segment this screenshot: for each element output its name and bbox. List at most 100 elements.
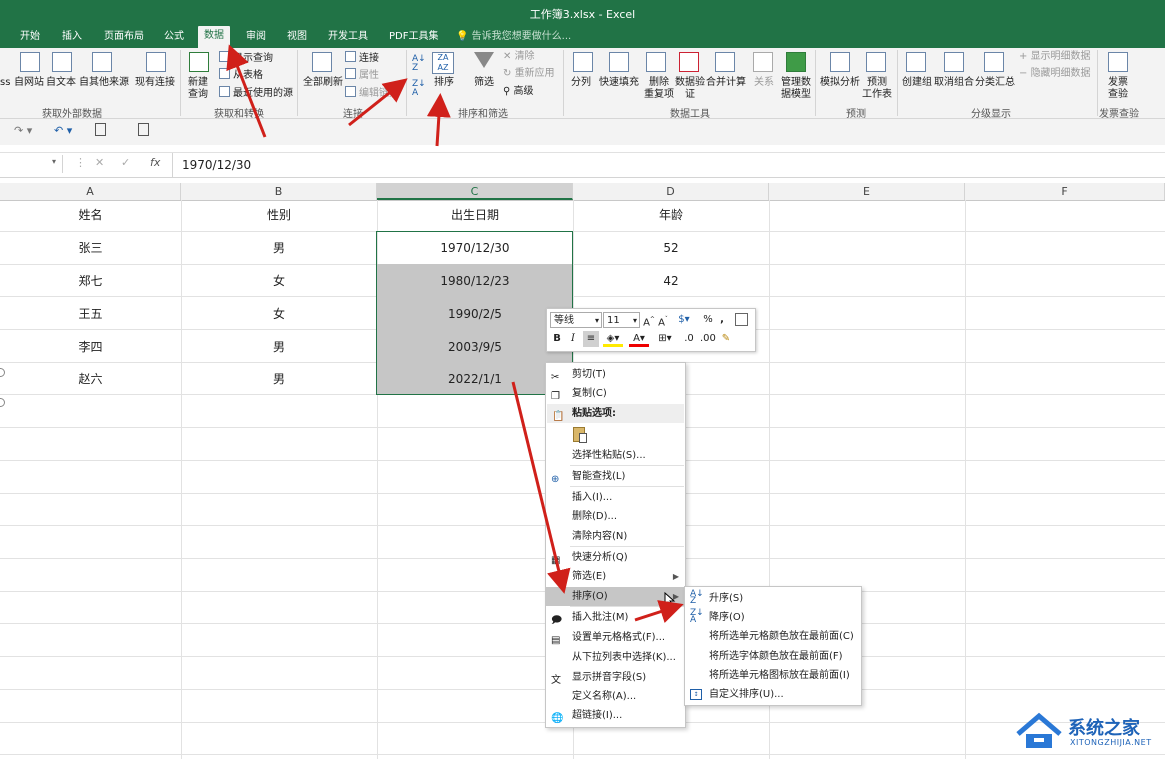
- table-cell[interactable]: 张三: [0, 232, 181, 264]
- properties-button[interactable]: 属性: [345, 68, 379, 82]
- sort-ascending-icon[interactable]: A↓ Z: [412, 55, 426, 73]
- comma-style-icon[interactable]: ,: [717, 312, 727, 328]
- connections-button[interactable]: 连接: [345, 51, 379, 65]
- tab-developer[interactable]: 开发工具: [322, 27, 374, 47]
- menu-item-insert-comment[interactable]: 🗩 插入批注(M): [546, 608, 685, 627]
- accounting-format-icon[interactable]: $▾: [674, 312, 694, 328]
- enter-icon[interactable]: ✓: [121, 156, 130, 169]
- ribbon-item-access[interactable]: ss: [0, 77, 10, 89]
- manage-data-model-button[interactable]: 管理数 据模型: [781, 77, 811, 101]
- menu-item-cut[interactable]: ✂ 剪切(T): [546, 365, 685, 384]
- cell-header-birthdate[interactable]: 出生日期: [377, 199, 573, 231]
- table-cell[interactable]: 男: [181, 363, 377, 395]
- reapply-button[interactable]: ↻ 重新应用: [503, 68, 555, 80]
- column-header-b[interactable]: B: [181, 183, 377, 200]
- text-to-columns-button[interactable]: 分列: [571, 77, 591, 89]
- cancel-icon[interactable]: ✕: [95, 156, 104, 169]
- tab-data[interactable]: 数据: [198, 26, 230, 48]
- from-text-button[interactable]: 自文本: [46, 77, 76, 89]
- submenu-item-custom-sort[interactable]: ↕ 自定义排序(U)...: [685, 685, 861, 704]
- grow-font-icon[interactable]: A^: [643, 312, 655, 328]
- resize-handle[interactable]: [0, 398, 5, 407]
- new-query-button[interactable]: 新建 查询: [188, 77, 208, 101]
- font-name-box[interactable]: 等线 ▾: [550, 312, 602, 328]
- print-preview-icon[interactable]: [95, 123, 106, 136]
- table-cell[interactable]: 男: [181, 232, 377, 264]
- advanced-filter-button[interactable]: ⚲ 高级: [503, 86, 534, 98]
- existing-connections-button[interactable]: 现有连接: [135, 77, 175, 89]
- function-icon[interactable]: fx: [150, 156, 160, 169]
- recent-sources-button[interactable]: 最近使用的源: [219, 86, 293, 100]
- paste-clipboard-icon[interactable]: [570, 425, 588, 445]
- show-query-button[interactable]: 显示查询: [219, 51, 273, 65]
- menu-item-paste-special[interactable]: 选择性粘贴(S)...: [546, 446, 685, 465]
- invoice-check-button[interactable]: 发票 查验: [1108, 77, 1128, 101]
- menu-item-define-name[interactable]: 定义名称(A)...: [546, 687, 685, 706]
- tab-pdf-tools[interactable]: PDF工具集: [383, 27, 444, 47]
- format-table-icon[interactable]: [735, 313, 748, 326]
- sort-button[interactable]: 排序: [434, 77, 454, 89]
- relationships-button[interactable]: 关系: [754, 77, 774, 89]
- table-cell[interactable]: 42: [573, 265, 769, 297]
- menu-item-quick-analysis[interactable]: ▦ 快速分析(Q): [546, 548, 685, 567]
- column-header-c[interactable]: C: [377, 183, 573, 200]
- what-if-analysis-button[interactable]: 模拟分析: [820, 77, 860, 89]
- submenu-item-sort-ascending[interactable]: A↓ Z 升序(S): [685, 589, 861, 608]
- name-box[interactable]: ▾: [0, 155, 63, 173]
- menu-item-hyperlink[interactable]: 🌐 超链接(I)...: [546, 706, 685, 725]
- column-header-a[interactable]: A: [0, 183, 181, 200]
- cell-header-age[interactable]: 年龄: [573, 199, 769, 231]
- from-web-button[interactable]: 自网站: [14, 77, 44, 89]
- cell-header-name[interactable]: 姓名: [0, 199, 181, 231]
- table-cell[interactable]: 王五: [0, 298, 181, 330]
- menu-item-smart-lookup[interactable]: ⊕ 智能查找(L): [546, 467, 685, 486]
- align-center-icon[interactable]: ≡: [583, 331, 599, 347]
- tab-view[interactable]: 视图: [281, 27, 313, 47]
- fill-color-icon[interactable]: ◈▾: [603, 331, 623, 347]
- data-validation-button[interactable]: 数据验 证: [675, 77, 705, 101]
- submenu-item-cell-color-top[interactable]: 将所选单元格颜色放在最前面(C): [685, 627, 861, 646]
- flash-fill-button[interactable]: 快速填充: [599, 77, 639, 89]
- tab-review[interactable]: 审阅: [240, 27, 272, 47]
- consolidate-button[interactable]: 合并计算: [706, 77, 746, 89]
- menu-item-filter[interactable]: 筛选(E) ▶: [546, 567, 685, 586]
- hide-detail-button[interactable]: − 隐藏明细数据: [1019, 68, 1091, 80]
- sort-descending-icon[interactable]: Z↓ A: [412, 80, 426, 98]
- decrease-decimal-icon[interactable]: .00: [700, 331, 716, 347]
- submenu-item-font-color-top[interactable]: 将所选字体颜色放在最前面(F): [685, 647, 861, 666]
- percent-icon[interactable]: %: [702, 312, 714, 328]
- format-painter-icon[interactable]: ✎: [719, 331, 733, 347]
- from-other-sources-button[interactable]: 自其他来源: [79, 77, 129, 89]
- table-cell[interactable]: 52: [573, 232, 769, 264]
- menu-item-clear-contents[interactable]: 清除内容(N): [546, 527, 685, 546]
- filter-button[interactable]: 筛选: [474, 77, 494, 89]
- forecast-sheet-button[interactable]: 预测 工作表: [862, 77, 892, 101]
- table-cell[interactable]: 赵六: [0, 363, 181, 395]
- column-header-e[interactable]: E: [769, 183, 965, 200]
- cell-header-gender[interactable]: 性别: [181, 199, 377, 231]
- table-cell[interactable]: 女: [181, 298, 377, 330]
- tab-home[interactable]: 开始: [14, 27, 46, 47]
- table-cell[interactable]: 女: [181, 265, 377, 297]
- submenu-item-cell-icon-top[interactable]: 将所选单元格图标放在最前面(I): [685, 666, 861, 685]
- tab-page-layout[interactable]: 页面布局: [98, 27, 150, 47]
- submenu-item-sort-descending[interactable]: Z↓ A 降序(O): [685, 608, 861, 627]
- chevron-down-icon[interactable]: ▾: [52, 157, 56, 166]
- zoom-preview-icon[interactable]: [138, 123, 149, 136]
- increase-decimal-icon[interactable]: .0: [682, 331, 696, 347]
- table-cell[interactable]: 李四: [0, 331, 181, 363]
- bold-icon[interactable]: B: [551, 331, 563, 347]
- remove-duplicates-button[interactable]: 删除 重复项: [644, 77, 674, 101]
- shrink-font-icon[interactable]: Aˇ: [657, 312, 669, 328]
- edit-links-button[interactable]: 编辑链接: [345, 86, 399, 100]
- menu-item-phonetic[interactable]: 文显示拼音字段(S): [546, 668, 685, 687]
- menu-item-pick-from-list[interactable]: 从下拉列表中选择(K)...: [546, 648, 685, 667]
- font-color-icon[interactable]: A▾: [629, 331, 649, 347]
- borders-icon[interactable]: ⊞▾: [655, 331, 675, 347]
- group-button[interactable]: 创建组: [902, 77, 932, 89]
- menu-item-insert[interactable]: 插入(I)...: [546, 488, 685, 507]
- tab-formulas[interactable]: 公式: [158, 27, 190, 47]
- table-cell[interactable]: 郑七: [0, 265, 181, 297]
- menu-item-format-cells[interactable]: ▤ 设置单元格格式(F)...: [546, 628, 685, 647]
- formula-input[interactable]: 1970/12/30: [182, 158, 251, 172]
